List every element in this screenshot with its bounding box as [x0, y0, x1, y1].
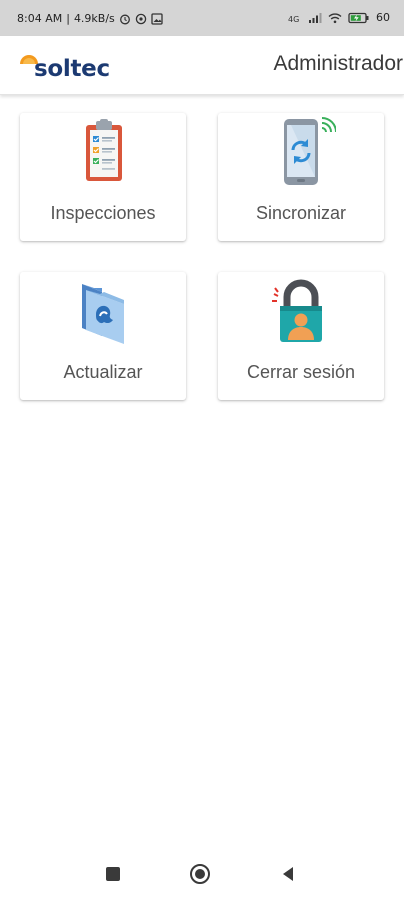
recents-icon[interactable] [102, 863, 124, 885]
folder-upload-icon [82, 284, 124, 344]
padlock-user-icon [272, 279, 322, 342]
soltec-logo: soltec [18, 45, 128, 85]
settings-icon [135, 13, 147, 24]
phone-sync-icon [284, 117, 336, 185]
battery-level: 60 [376, 11, 390, 24]
status-bar: 8:04 AM | 4.9kB/s 4G 60 [0, 0, 404, 36]
user-role-label: Administrador [273, 52, 403, 75]
wifi-icon [328, 12, 342, 23]
status-speed: 4.9kB/s [73, 12, 115, 25]
alarm-icon [119, 14, 130, 24]
back-icon[interactable] [278, 863, 300, 885]
actualizar-tile[interactable]: Actualizar [20, 272, 186, 400]
home-icon[interactable] [189, 863, 211, 885]
signal-icon [309, 12, 322, 23]
app-bar: soltec Administrador [0, 36, 404, 95]
status-divider: | [66, 12, 70, 25]
battery-icon [348, 12, 369, 23]
logo-text: soltec [34, 56, 110, 82]
inspecciones-tile[interactable]: Inspecciones [20, 113, 186, 241]
svg-text:4G: 4G [288, 15, 299, 24]
inspecciones-label: Inspecciones [50, 203, 156, 223]
system-nav-bar [0, 842, 404, 900]
actualizar-label: Actualizar [63, 362, 143, 382]
status-right: 4G 60 [288, 11, 390, 24]
clipboard-checklist-icon [86, 119, 122, 181]
photo-icon [151, 12, 163, 25]
sincronizar-label: Sincronizar [255, 203, 347, 223]
cerrar-sesion-label: Cerrar sesión [246, 362, 356, 382]
sincronizar-tile[interactable]: Sincronizar [218, 113, 384, 241]
status-time: 8:04 AM [17, 12, 63, 25]
cerrar-sesion-tile[interactable]: Cerrar sesión [218, 272, 384, 400]
network-type-icon: 4G [288, 15, 299, 24]
status-left: 8:04 AM | 4.9kB/s [17, 12, 163, 25]
